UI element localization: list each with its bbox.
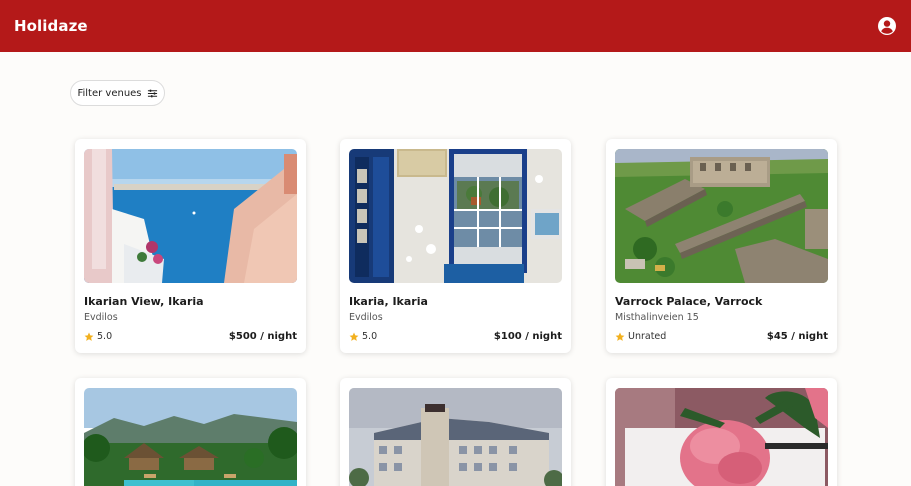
venue-location: Evdilos <box>84 312 118 323</box>
venue-card[interactable]: Ikaria, Ikaria Evdilos 5.0 $100 / night <box>340 139 571 353</box>
rating-value: 5.0 <box>362 331 378 342</box>
venue-image[interactable] <box>349 388 562 486</box>
venue-price: $100 / night <box>494 331 562 342</box>
filter-venues-label: Filter venues <box>77 87 142 99</box>
venue-card[interactable] <box>75 378 306 486</box>
venue-rating: 5.0 <box>84 331 112 342</box>
brand-logo[interactable]: Holidaze <box>14 17 88 35</box>
filter-venues-button[interactable]: Filter venues <box>70 80 165 106</box>
venue-title: Ikarian View, Ikaria <box>84 295 204 308</box>
venue-location: Misthalinveien 15 <box>615 312 699 323</box>
venue-image[interactable] <box>84 388 297 486</box>
venue-rating: 5.0 <box>349 331 377 342</box>
rating-value: Unrated <box>628 331 667 342</box>
venue-location: Evdilos <box>349 312 383 323</box>
top-navbar: Holidaze <box>0 0 911 52</box>
rating-value: 5.0 <box>97 331 113 342</box>
venue-price: $500 / night <box>229 331 297 342</box>
venue-image[interactable] <box>349 149 562 283</box>
venue-card[interactable]: Ikarian View, Ikaria Evdilos 5.0 $500 / … <box>75 139 306 353</box>
price-unit: / night <box>256 331 297 342</box>
price-unit: / night <box>521 331 562 342</box>
venue-image[interactable] <box>615 149 828 283</box>
venue-card[interactable] <box>606 378 837 486</box>
venue-card[interactable]: Varrock Palace, Varrock Misthalinveien 1… <box>606 139 837 353</box>
venue-price: $45 / night <box>767 331 828 342</box>
star-icon <box>349 332 359 341</box>
venue-title: Varrock Palace, Varrock <box>615 295 763 308</box>
star-icon <box>84 332 94 341</box>
venue-rating: Unrated <box>615 331 666 342</box>
sliders-icon <box>147 89 157 97</box>
venue-image[interactable] <box>84 149 297 283</box>
price-unit: / night <box>787 331 828 342</box>
price-amount: $45 <box>766 331 788 342</box>
star-icon <box>615 332 625 341</box>
price-amount: $100 <box>493 331 522 342</box>
venue-card[interactable] <box>340 378 571 486</box>
user-circle-icon[interactable] <box>877 16 897 36</box>
venue-title: Ikaria, Ikaria <box>349 295 428 308</box>
venue-image[interactable] <box>615 388 828 486</box>
price-amount: $500 <box>228 331 257 342</box>
